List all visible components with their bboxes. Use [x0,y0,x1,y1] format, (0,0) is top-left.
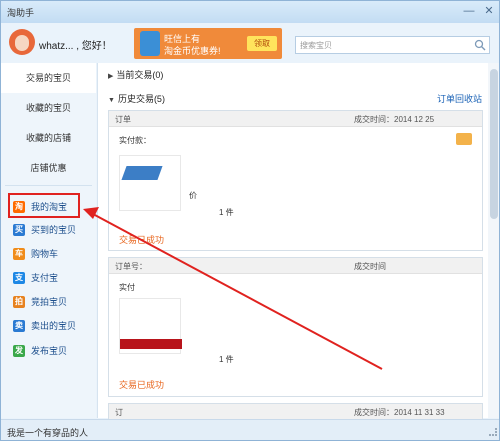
badge-icon [456,133,472,145]
order-time: 成交时间：2014 11 31 33 [354,408,445,417]
paid-amount: 实付 [119,283,135,292]
order-header: 订 成交时间：2014 11 31 33 [109,404,482,420]
cart-icon: 车 [13,248,25,260]
recycle-bin-link[interactable]: 订单回收站 [437,92,482,105]
minimize-button[interactable]: — [461,3,477,19]
sidebar-item-label: 交易的宝贝 [25,73,71,83]
order-number: 订单号： [115,262,147,271]
order-card[interactable]: 订单 成交时间：2014 12 25 实付款： 价 1 件 交易已成功 [108,110,483,251]
price-label: 价 [189,191,197,200]
product-thumbnail[interactable] [119,155,181,211]
sold-icon: 卖 [13,320,25,332]
promo-line2: 淘金币优惠券! [164,46,221,56]
scrollbar[interactable] [488,63,499,418]
sidebar-item-auction[interactable]: 拍 竞拍宝贝 [1,292,96,312]
app-window: 淘助手 — ✕ whatz... , 您好！ 旺信上有 淘金币优惠券! 领取 交… [0,0,500,441]
order-card[interactable]: 订单号： 成交时间 实付 1 件 交易已成功 [108,257,483,397]
triangle-right-icon: ▶ [108,73,114,80]
bought-icon: 买 [13,224,25,236]
search-icon[interactable] [474,39,486,51]
quantity: 1 件 [219,208,234,217]
sidebar-item-label: 收藏的店铺 [25,133,71,143]
sidebar-item-fav-shops[interactable]: 收藏的店铺 [1,123,96,153]
paid-amount: 实付款： [119,136,151,145]
publish-icon: 发 [13,345,25,357]
sidebar-item-traded[interactable]: 交易的宝贝 [1,63,96,93]
auction-icon: 拍 [13,296,25,308]
order-number: 订单 [115,115,131,124]
sidebar: 交易的宝贝 收藏的宝贝 收藏的店铺 店铺优惠 淘 我的淘宝 买 买到的宝贝 车 … [1,63,96,418]
product-thumbnail[interactable] [119,298,182,354]
sidebar-item-label: 竞拍宝贝 [31,297,68,307]
order-time: 成交时间 [354,262,386,271]
header: whatz... , 您好！ 旺信上有 淘金币优惠券! 领取 [1,23,499,63]
resize-grip-icon[interactable] [489,428,497,436]
sidebar-item-label: 支付宝 [31,273,59,283]
sidebar-item-label: 发布宝贝 [31,346,68,356]
promo-banner[interactable]: 旺信上有 淘金币优惠券! 领取 [134,28,282,59]
sidebar-item-label: 买到的宝贝 [31,225,77,235]
sidebar-item-label: 购物车 [31,249,59,259]
trade-status[interactable]: 交易已成功 [119,233,164,246]
sidebar-item-label: 店铺优惠 [30,163,67,173]
main-panel: ▶ 当前交易(0) ▼ 历史交易(5) 订单回收站 订单 成交时间：2014 12 … [97,63,499,433]
close-button[interactable]: ✕ [481,3,497,19]
current-trades-label: 当前交易(0) [116,70,164,80]
title-bar: 淘助手 — ✕ [1,1,499,23]
claim-button[interactable]: 领取 [247,36,277,51]
greeting-text: whatz... , 您好！ [39,41,112,52]
sidebar-item-publish[interactable]: 发 发布宝贝 [1,341,96,361]
triangle-down-icon: ▼ [108,97,115,104]
history-trades-toggle[interactable]: ▼ 历史交易(5) [108,92,165,105]
sidebar-item-alipay[interactable]: 支 支付宝 [1,268,96,288]
status-text: 我是一个有穿品的人 [7,428,89,438]
scrollbar-thumb[interactable] [490,69,498,219]
order-number: 订 [115,408,123,417]
sidebar-item-sold[interactable]: 卖 卖出的宝贝 [1,316,96,336]
sidebar-item-bought[interactable]: 买 买到的宝贝 [1,220,96,240]
quantity: 1 件 [219,355,234,364]
current-trades-toggle[interactable]: ▶ 当前交易(0) [108,68,163,81]
highlight-box [8,193,80,218]
sidebar-item-label: 卖出的宝贝 [31,321,77,331]
search-input[interactable] [296,37,466,53]
order-time: 成交时间：2014 12 25 [354,115,435,124]
history-trades-label: 历史交易(5) [117,94,165,104]
sidebar-divider [5,185,92,186]
trade-status[interactable]: 交易已成功 [119,378,164,391]
search-box [295,36,490,54]
phone-icon [140,31,160,56]
status-bar: 我是一个有穿品的人 [1,419,499,440]
alipay-icon: 支 [13,272,25,284]
sidebar-item-cart[interactable]: 车 购物车 [1,244,96,264]
sidebar-item-fav-items[interactable]: 收藏的宝贝 [1,93,96,123]
sidebar-item-label: 收藏的宝贝 [25,103,71,113]
avatar[interactable] [9,29,35,55]
sidebar-item-shop-discount[interactable]: 店铺优惠 [1,153,96,183]
order-header: 订单 成交时间：2014 12 25 [109,111,482,127]
window-title: 淘助手 [7,8,35,18]
order-header: 订单号： 成交时间 [109,258,482,274]
